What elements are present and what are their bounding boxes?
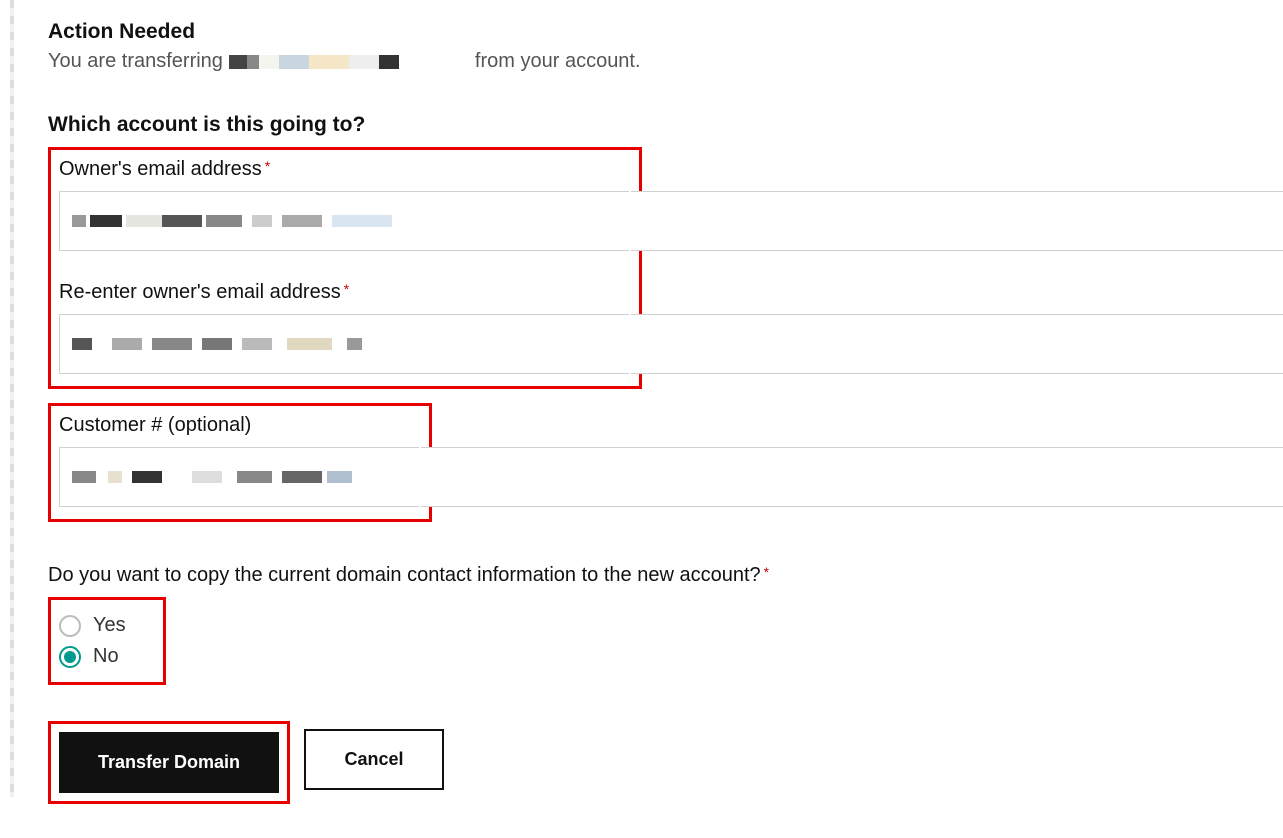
owner-email-input[interactable]: [59, 191, 629, 251]
radio-yes[interactable]: Yes: [59, 614, 155, 637]
which-account-heading: Which account is this going to?: [48, 113, 1263, 137]
radio-no-icon: [59, 646, 81, 668]
reenter-email-label: Re-enter owner's email address*: [59, 281, 631, 304]
customer-number-input[interactable]: [59, 447, 419, 507]
transfer-summary-text: You are transferring from your account.: [48, 50, 1263, 73]
redacted-customer-number: [72, 471, 352, 483]
transfer-suffix: from your account.: [475, 50, 641, 73]
transfer-domain-button[interactable]: Transfer Domain: [59, 732, 279, 793]
annotation-box-customer: Customer # (optional): [48, 403, 432, 522]
owner-email-label: Owner's email address*: [59, 158, 631, 181]
page-title: Action Needed: [48, 20, 1263, 44]
radio-yes-label: Yes: [93, 614, 126, 637]
cancel-button[interactable]: Cancel: [304, 729, 444, 790]
reenter-email-input[interactable]: [59, 314, 629, 374]
redacted-owner-email: [72, 215, 392, 227]
page-left-border: [10, 0, 14, 797]
customer-number-label: Customer # (optional): [59, 414, 421, 437]
radio-no-label: No: [93, 645, 119, 668]
annotation-box-radios: Yes No: [48, 597, 166, 685]
transfer-prefix: You are transferring: [48, 50, 223, 73]
copy-contact-question: Do you want to copy the current domain c…: [48, 564, 1263, 587]
radio-no[interactable]: No: [59, 645, 155, 668]
transfer-domain-form: Action Needed You are transferring from …: [0, 0, 1283, 838]
redacted-domain-name: [229, 55, 469, 69]
annotation-box-transfer-button: Transfer Domain: [48, 721, 290, 804]
annotation-box-emails: Owner's email address* Re-enter owner's …: [48, 147, 642, 389]
redacted-reenter-email: [72, 338, 392, 350]
radio-yes-icon: [59, 615, 81, 637]
